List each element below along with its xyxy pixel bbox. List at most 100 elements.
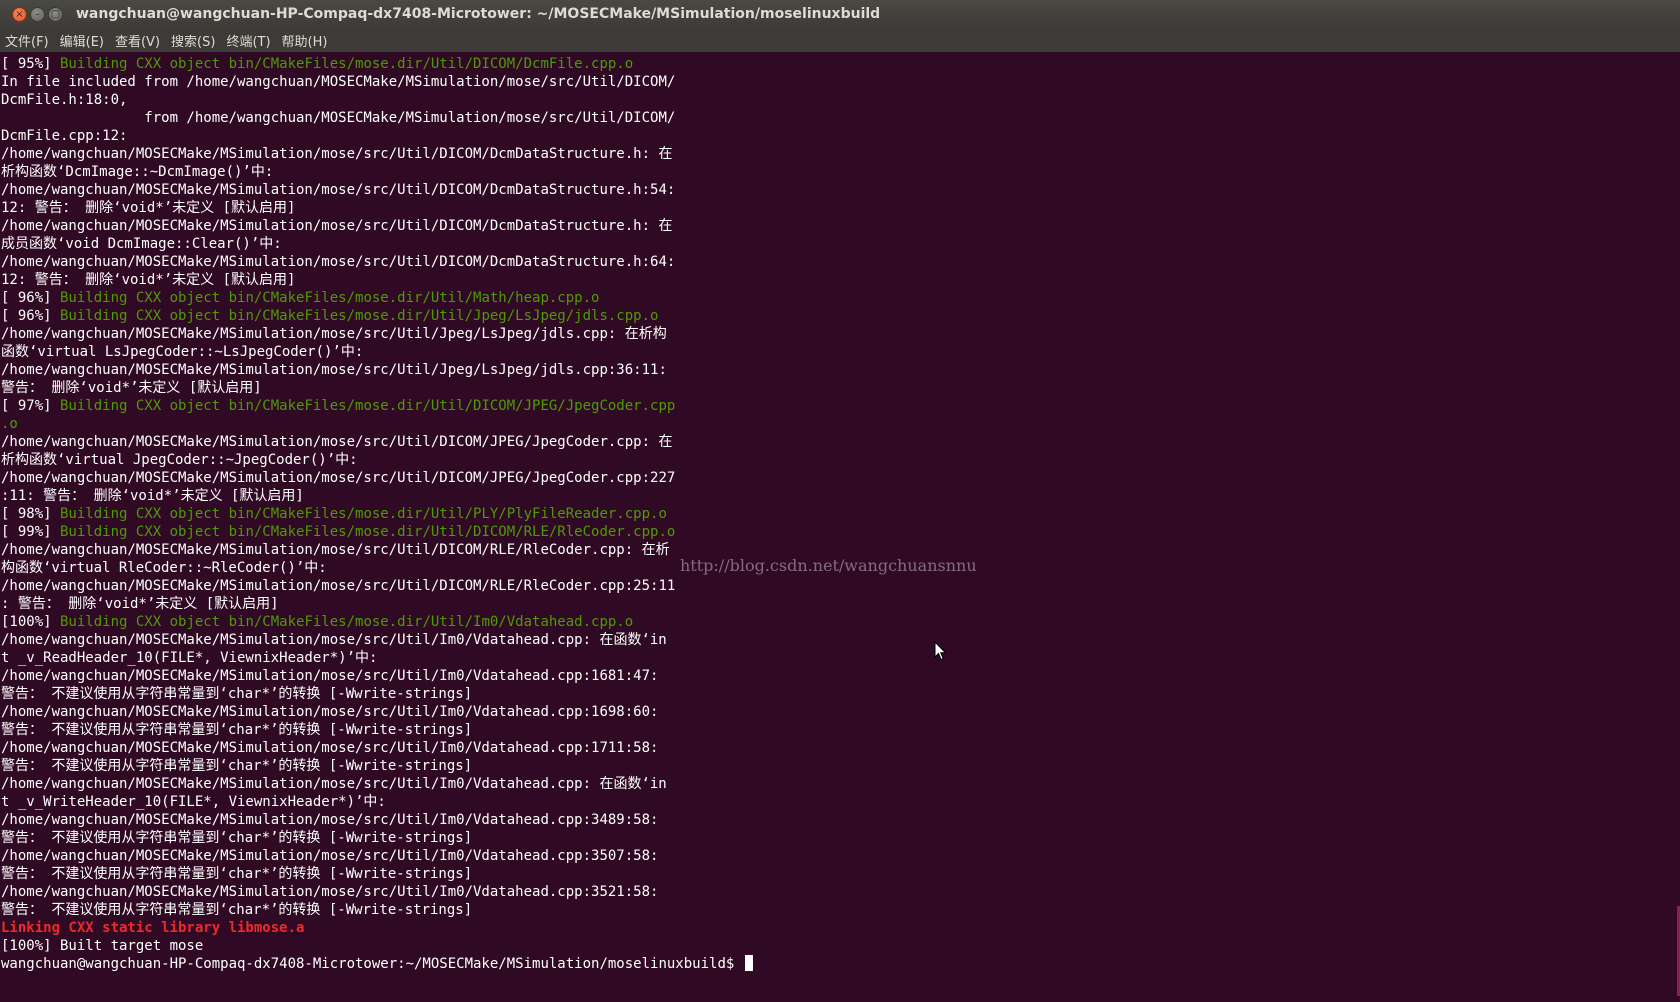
maximize-window-button[interactable]: □ [48, 7, 63, 22]
terminal-window: × – □ wangchuan@wangchuan-HP-Compaq-dx74… [0, 0, 1680, 1002]
line-text: Building CXX object bin/CMakeFiles/mose.… [51, 308, 659, 324]
line-text: 成员函数‘void DcmImage::Clear()’中: [1, 236, 282, 252]
terminal-line: [100%] Built target mose [1, 937, 753, 955]
terminal-line: /home/wangchuan/MOSECMake/MSimulation/mo… [1, 631, 753, 649]
line-text: Building CXX object bin/CMakeFiles/mose.… [51, 290, 600, 306]
terminal-line: /home/wangchuan/MOSECMake/MSimulation/mo… [1, 811, 753, 829]
line-text: 警告： 不建议使用从字符串常量到‘char*’的转换 [-Wwrite-stri… [1, 722, 473, 738]
menu-search[interactable]: 搜索(S) [171, 31, 215, 50]
line-text: DcmFile.h:18:0, [1, 92, 128, 108]
line-text: /home/wangchuan/MOSECMake/MSimulation/mo… [1, 182, 676, 198]
terminal-line: /home/wangchuan/MOSECMake/MSimulation/mo… [1, 145, 753, 163]
menu-view[interactable]: 查看(V) [115, 31, 160, 50]
line-text: /home/wangchuan/MOSECMake/MSimulation/mo… [1, 776, 667, 792]
line-text: :11: 警告： 删除‘void*’未定义 [默认启用] [1, 488, 304, 504]
terminal-line: 12: 警告： 删除‘void*’未定义 [默认启用] [1, 271, 753, 289]
terminal-line: 析构函数‘virtual JpegCoder::~JpegCoder()’中: [1, 451, 753, 469]
line-text: /home/wangchuan/MOSECMake/MSimulation/mo… [1, 218, 673, 234]
terminal-line: 警告： 不建议使用从字符串常量到‘char*’的转换 [-Wwrite-stri… [1, 865, 753, 883]
line-text: 警告： 不建议使用从字符串常量到‘char*’的转换 [-Wwrite-stri… [1, 866, 473, 882]
terminal-line: /home/wangchuan/MOSECMake/MSimulation/mo… [1, 253, 753, 271]
progress-percent: [ 98%] [1, 506, 52, 522]
line-text: 12: 警告： 删除‘void*’未定义 [默认启用] [1, 272, 296, 288]
close-window-button[interactable]: × [12, 7, 27, 22]
menu-help[interactable]: 帮助(H) [282, 31, 328, 50]
minimize-window-button[interactable]: – [30, 7, 45, 22]
line-text: 析构函数‘DcmImage::~DcmImage()’中: [1, 164, 274, 180]
terminal-line: [ 98%] Building CXX object bin/CMakeFile… [1, 505, 753, 523]
terminal-line: DcmFile.h:18:0, [1, 91, 753, 109]
terminal-line: 析构函数‘DcmImage::~DcmImage()’中: [1, 163, 753, 181]
terminal-line: /home/wangchuan/MOSECMake/MSimulation/mo… [1, 739, 753, 757]
line-text: /home/wangchuan/MOSECMake/MSimulation/mo… [1, 434, 673, 450]
watermark: http://blog.csdn.net/wangchuansnnu [680, 556, 977, 575]
terminal-line: 警告： 不建议使用从字符串常量到‘char*’的转换 [-Wwrite-stri… [1, 721, 753, 739]
line-text: /home/wangchuan/MOSECMake/MSimulation/mo… [1, 848, 659, 864]
terminal-line: /home/wangchuan/MOSECMake/MSimulation/mo… [1, 775, 753, 793]
progress-percent: [ 95%] [1, 56, 52, 72]
terminal-line: 成员函数‘void DcmImage::Clear()’中: [1, 235, 753, 253]
line-text: /home/wangchuan/MOSECMake/MSimulation/mo… [1, 740, 659, 756]
terminal-line: 警告： 不建议使用从字符串常量到‘char*’的转换 [-Wwrite-stri… [1, 757, 753, 775]
line-text: /home/wangchuan/MOSECMake/MSimulation/mo… [1, 668, 659, 684]
terminal-line: /home/wangchuan/MOSECMake/MSimulation/mo… [1, 577, 753, 595]
line-text: : 警告： 删除‘void*’未定义 [默认启用] [1, 596, 279, 612]
line-text: Linking CXX static library libmose.a [1, 920, 305, 936]
terminal-line: :11: 警告： 删除‘void*’未定义 [默认启用] [1, 487, 753, 505]
maximize-icon: □ [50, 8, 61, 20]
line-text: /home/wangchuan/MOSECMake/MSimulation/mo… [1, 704, 659, 720]
line-text: 警告： 删除‘void*’未定义 [默认启用] [1, 380, 262, 396]
line-text: 12: 警告： 删除‘void*’未定义 [默认启用] [1, 200, 296, 216]
line-text: Building CXX object bin/CMakeFiles/mose.… [51, 506, 667, 522]
terminal-line: /home/wangchuan/MOSECMake/MSimulation/mo… [1, 433, 753, 451]
terminal-line: /home/wangchuan/MOSECMake/MSimulation/mo… [1, 361, 753, 379]
terminal-line: [ 96%] Building CXX object bin/CMakeFile… [1, 307, 753, 325]
line-text: Building CXX object bin/CMakeFiles/mose.… [51, 614, 634, 630]
terminal-line: /home/wangchuan/MOSECMake/MSimulation/mo… [1, 217, 753, 235]
menu-bar: 文件(F) 编辑(E) 查看(V) 搜索(S) 终端(T) 帮助(H) [0, 29, 1680, 52]
line-text: 警告： 不建议使用从字符串常量到‘char*’的转换 [-Wwrite-stri… [1, 686, 473, 702]
progress-percent: [ 99%] [1, 524, 52, 540]
line-text: /home/wangchuan/MOSECMake/MSimulation/mo… [1, 470, 676, 486]
line-text: /home/wangchuan/MOSECMake/MSimulation/mo… [1, 632, 667, 648]
terminal-line: /home/wangchuan/MOSECMake/MSimulation/mo… [1, 667, 753, 685]
terminal-line: t _v_WriteHeader_10(FILE*, ViewnixHeader… [1, 793, 753, 811]
terminal-line: 构函数‘virtual RleCoder::~RleCoder()’中: [1, 559, 753, 577]
window-title: wangchuan@wangchuan-HP-Compaq-dx7408-Mic… [76, 6, 881, 22]
line-text: from /home/wangchuan/MOSECMake/MSimulati… [1, 110, 676, 126]
terminal-lines: [ 95%] Building CXX object bin/CMakeFile… [1, 55, 753, 973]
line-text: DcmFile.cpp:12: [1, 128, 128, 144]
terminal-line: 警告： 不建议使用从字符串常量到‘char*’的转换 [-Wwrite-stri… [1, 829, 753, 847]
terminal-line: from /home/wangchuan/MOSECMake/MSimulati… [1, 109, 753, 127]
terminal-line: /home/wangchuan/MOSECMake/MSimulation/mo… [1, 703, 753, 721]
progress-percent: [ 97%] [1, 398, 52, 414]
terminal-output[interactable]: [ 95%] Building CXX object bin/CMakeFile… [0, 55, 1680, 1002]
terminal-line: t _v_ReadHeader_10(FILE*, ViewnixHeader*… [1, 649, 753, 667]
terminal-line: 12: 警告： 删除‘void*’未定义 [默认启用] [1, 199, 753, 217]
terminal-line: Linking CXX static library libmose.a [1, 919, 753, 937]
prompt-line[interactable]: wangchuan@wangchuan-HP-Compaq-dx7408-Mic… [1, 955, 753, 973]
line-text: /home/wangchuan/MOSECMake/MSimulation/mo… [1, 542, 670, 558]
menu-file[interactable]: 文件(F) [5, 31, 49, 50]
terminal-line: : 警告： 删除‘void*’未定义 [默认启用] [1, 595, 753, 613]
terminal-line: In file included from /home/wangchuan/MO… [1, 73, 753, 91]
line-text: Building CXX object bin/CMakeFiles/mose.… [51, 398, 676, 414]
terminal-line: 警告： 删除‘void*’未定义 [默认启用] [1, 379, 753, 397]
title-bar[interactable]: × – □ wangchuan@wangchuan-HP-Compaq-dx74… [0, 0, 1680, 30]
text-cursor [744, 955, 753, 971]
line-text: /home/wangchuan/MOSECMake/MSimulation/mo… [1, 146, 673, 162]
menu-edit[interactable]: 编辑(E) [60, 31, 104, 50]
terminal-line: /home/wangchuan/MOSECMake/MSimulation/mo… [1, 325, 753, 343]
terminal-line: /home/wangchuan/MOSECMake/MSimulation/mo… [1, 847, 753, 865]
menu-terminal[interactable]: 终端(T) [226, 31, 270, 50]
line-text: /home/wangchuan/MOSECMake/MSimulation/mo… [1, 884, 659, 900]
progress-percent: [ 96%] [1, 290, 52, 306]
line-text: In file included from /home/wangchuan/MO… [1, 74, 676, 90]
terminal-line: .o [1, 415, 753, 433]
line-text: /home/wangchuan/MOSECMake/MSimulation/mo… [1, 362, 667, 378]
line-text: /home/wangchuan/MOSECMake/MSimulation/mo… [1, 578, 676, 594]
terminal-line: 函数‘virtual LsJpegCoder::~LsJpegCoder()’中… [1, 343, 753, 361]
line-text: [100%] Built target mose [1, 938, 204, 954]
terminal-line: /home/wangchuan/MOSECMake/MSimulation/mo… [1, 883, 753, 901]
progress-percent: [ 96%] [1, 308, 52, 324]
